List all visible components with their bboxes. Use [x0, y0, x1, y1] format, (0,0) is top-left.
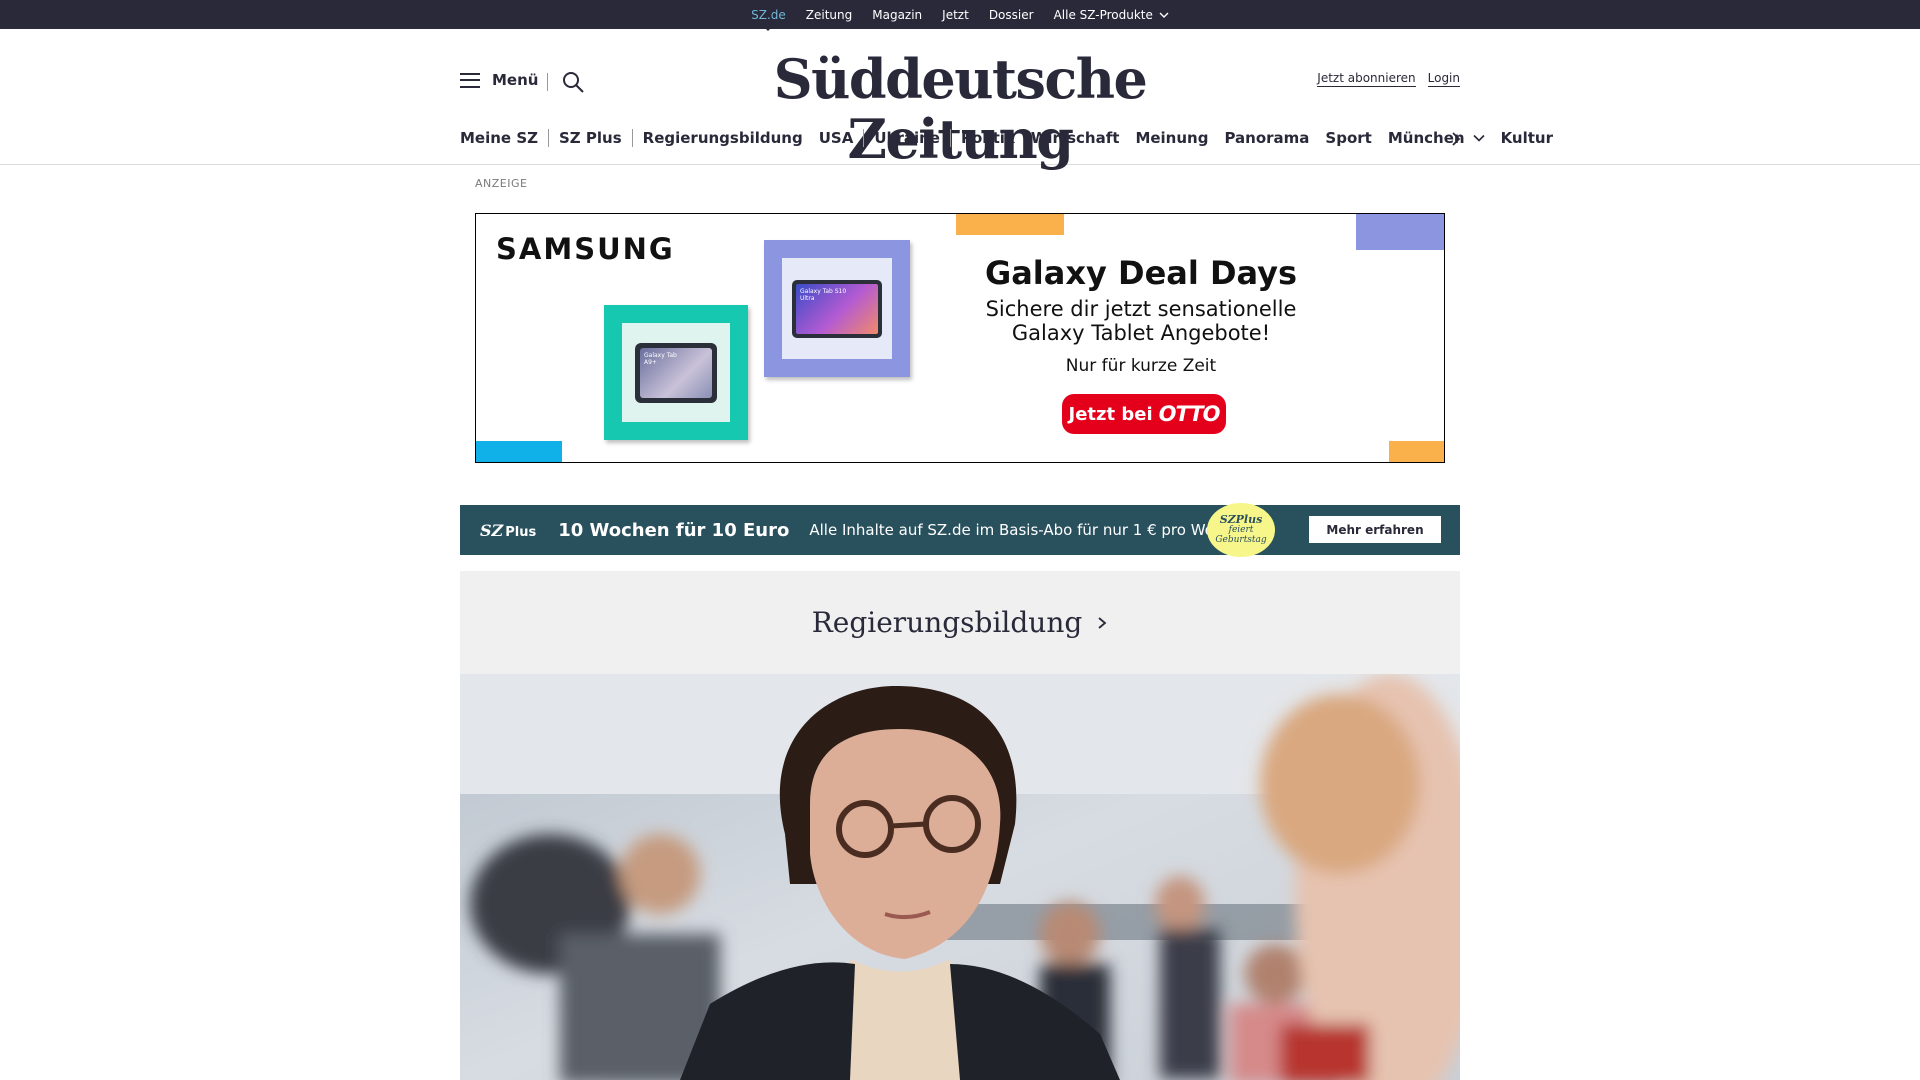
- nav-item-panorama[interactable]: Panorama: [1224, 129, 1309, 147]
- divider: [547, 73, 548, 91]
- nav-item-meinung[interactable]: Meinung: [1135, 129, 1208, 147]
- promo-headline: 10 Wochen für 10 Euro: [558, 519, 790, 541]
- ad-decoration: [1389, 441, 1444, 462]
- topbar-link-magazin[interactable]: Magazin: [872, 8, 922, 22]
- menu-button[interactable]: Menü: [460, 71, 538, 89]
- topbar-link-label: Alle SZ-Produkte: [1053, 7, 1153, 22]
- promo-text: Alle Inhalte auf SZ.de im Basis-Abo für …: [809, 521, 1246, 539]
- nav-item-wirtschaft[interactable]: Wirtschaft: [1031, 129, 1120, 147]
- topbar-link-label: SZ.de: [751, 7, 786, 22]
- hero-image[interactable]: [460, 674, 1460, 1080]
- tablet-label: Galaxy Tab A9+: [644, 351, 677, 366]
- chevron-right-icon[interactable]: [1446, 129, 1466, 149]
- szplus-logo: SZ Plus: [480, 521, 536, 540]
- ad-cta-label: Jetzt bei: [1068, 403, 1153, 425]
- topbar-link-label: Magazin: [872, 7, 923, 22]
- badge-line: feiert: [1228, 525, 1254, 535]
- ad-decoration: [956, 214, 1064, 235]
- topbar-link-label: Dossier: [988, 7, 1034, 22]
- site-logo[interactable]: Süddeutsche Zeitung: [720, 49, 1200, 169]
- nav-item-kultur[interactable]: Kultur: [1501, 129, 1553, 147]
- hamburger-icon: [460, 72, 480, 88]
- nav-item-meine-sz[interactable]: Meine SZ: [460, 129, 549, 147]
- szplus-promo-banner[interactable]: SZ Plus 10 Wochen für 10 Euro Alle Inhalt…: [460, 503, 1460, 557]
- otto-logo: OTTO: [1158, 402, 1221, 426]
- topbar-link-label: Jetzt: [942, 7, 969, 22]
- site-header: Menü Süddeutsche Zeitung Jetzt abonniere…: [0, 29, 1920, 169]
- ad-subline: Sichere dir jetzt sensationelle Galaxy T…: [956, 297, 1326, 345]
- chevron-down-icon: [1159, 12, 1169, 18]
- menu-label: Menü: [492, 71, 539, 89]
- ad-cta-button[interactable]: Jetzt bei OTTO: [1062, 394, 1226, 434]
- mehr-erfahren-button[interactable]: Mehr erfahren: [1309, 516, 1441, 543]
- samsung-ad-banner[interactable]: SAMSUNG Galaxy Tab A9+ Galaxy Tab S10 Ul…: [475, 213, 1445, 463]
- szplus-logo-sz: SZ: [480, 520, 504, 540]
- hero-photo: [460, 674, 1460, 1080]
- tablet-icon: Galaxy Tab A9+: [635, 342, 717, 403]
- topbar-link-szde[interactable]: SZ.de: [751, 7, 786, 31]
- search-icon[interactable]: [561, 70, 585, 94]
- nav-item-muenchen[interactable]: München: [1388, 129, 1485, 147]
- tablet-label: Galaxy Tab S10 Ultra: [800, 287, 847, 302]
- subscribe-link[interactable]: Jetzt abonnieren: [1317, 71, 1416, 87]
- nav-item-regierungsbildung[interactable]: Regierungsbildung: [643, 129, 803, 147]
- topbar-link-label: Zeitung: [805, 7, 853, 22]
- account-links: Jetzt abonnieren Login: [1317, 71, 1460, 87]
- ad-decoration: [476, 441, 562, 462]
- topbar-link-jetzt[interactable]: Jetzt: [942, 8, 969, 22]
- szplus-logo-plus: Plus: [505, 524, 537, 540]
- badge-title: SZPlus: [1219, 513, 1263, 526]
- birthday-badge: SZPlus feiert Geburtstag: [1207, 503, 1275, 557]
- nav-item-politik[interactable]: Politik: [961, 129, 1015, 147]
- ad-headline: Galaxy Deal Days: [984, 254, 1298, 292]
- ad-brand: SAMSUNG: [496, 232, 675, 266]
- ad-subline-2: Galaxy Tablet Angebote!: [1011, 321, 1271, 345]
- chevron-right-icon: [1098, 616, 1107, 629]
- nav-item-usa[interactable]: USA: [819, 129, 865, 147]
- nav-item-sz-plus[interactable]: SZ Plus: [559, 129, 633, 147]
- chevron-down-icon: [1472, 134, 1485, 142]
- section-header-regierungsbildung[interactable]: Regierungsbildung: [460, 571, 1460, 674]
- topbar-products-dropdown[interactable]: Alle SZ-Produkte: [1054, 8, 1169, 22]
- section-title: Regierungsbildung: [811, 606, 1083, 639]
- tablet-icon: Galaxy Tab S10 Ultra: [792, 279, 882, 338]
- nav-item-sport[interactable]: Sport: [1325, 129, 1371, 147]
- nav-item-ukraine[interactable]: Ukraine: [874, 129, 951, 147]
- badge-line: Geburtstag: [1215, 535, 1267, 545]
- login-link[interactable]: Login: [1427, 71, 1460, 87]
- tablet-card-tab-s10: Galaxy Tab S10 Ultra: [764, 240, 910, 377]
- top-bar: SZ.de Zeitung Magazin Jetzt Dossier Alle…: [0, 0, 1920, 31]
- ad-small-text: Nur für kurze Zeit: [1065, 356, 1217, 376]
- ad-subline-1: Sichere dir jetzt sensationelle: [985, 297, 1297, 321]
- ad-decoration: [1356, 214, 1444, 250]
- main-nav: Meine SZ SZ Plus Regierungsbildung USA U…: [460, 129, 1553, 147]
- topbar-link-dossier[interactable]: Dossier: [989, 8, 1034, 22]
- topbar-link-zeitung[interactable]: Zeitung: [806, 8, 852, 22]
- ad-label: ANZEIGE: [475, 177, 528, 190]
- tablet-card-tab-a9: Galaxy Tab A9+: [604, 305, 748, 440]
